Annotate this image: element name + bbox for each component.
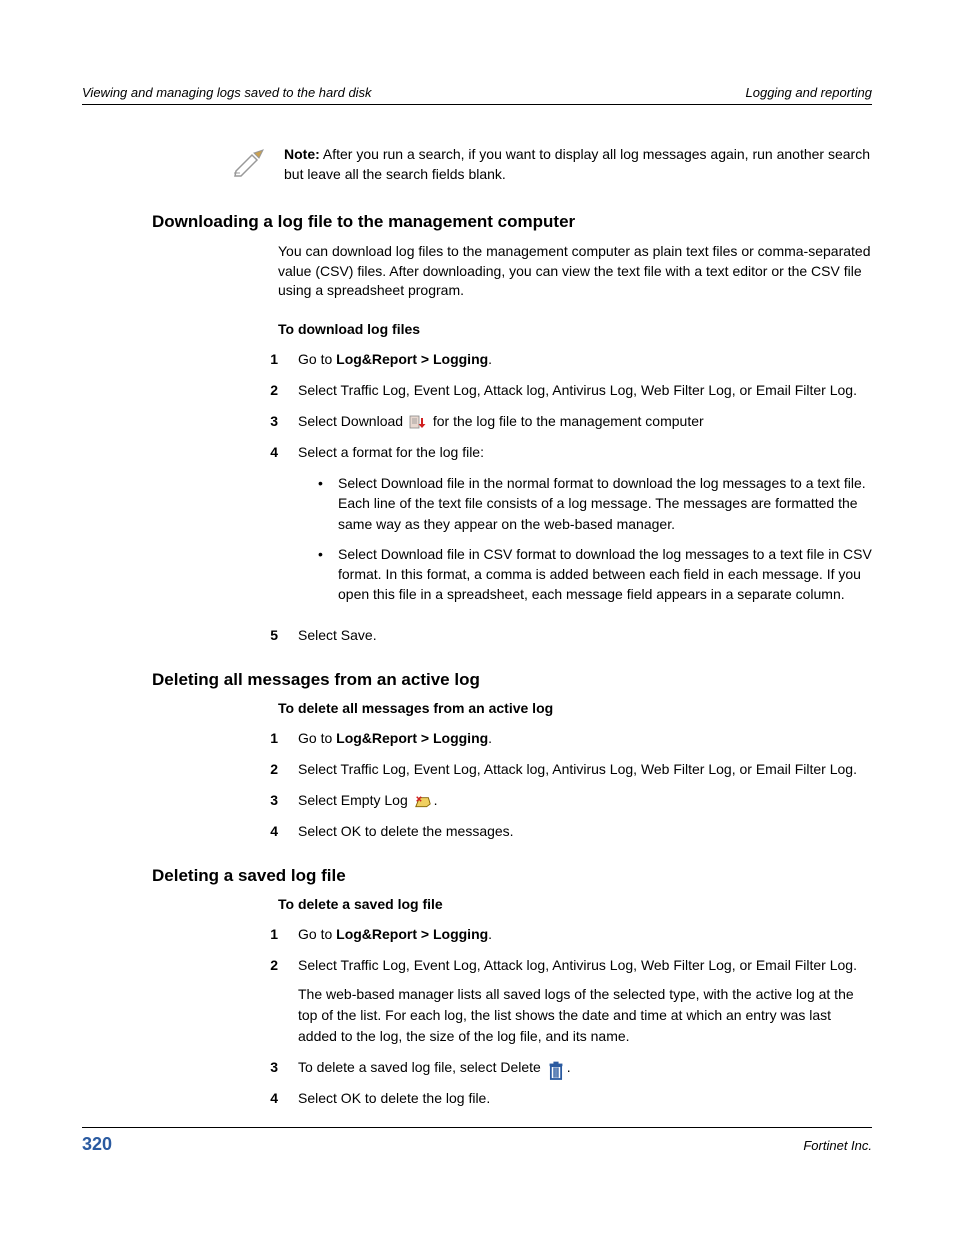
header-right: Logging and reporting xyxy=(746,85,873,100)
step-item: 3 Select Download for the log file to th… xyxy=(82,411,872,432)
section3-title: Deleting a saved log file xyxy=(152,866,872,886)
step-number: 3 xyxy=(242,1057,278,1078)
page-footer: 320 Fortinet Inc. xyxy=(82,1127,872,1155)
step-item: 2 Select Traffic Log, Event Log, Attack … xyxy=(82,759,872,780)
bullet-text: Select Download file in the normal forma… xyxy=(338,473,872,534)
step-body: Go to Log&Report > Logging. xyxy=(298,349,872,370)
step-item: 1 Go to Log&Report > Logging. xyxy=(82,728,872,749)
step-number: 1 xyxy=(242,728,278,749)
bullet-text: Select Download file in CSV format to do… xyxy=(338,544,872,605)
note-text: Note: After you run a search, if you wan… xyxy=(284,145,872,184)
header-rule xyxy=(82,104,872,105)
step-body: Select Traffic Log, Event Log, Attack lo… xyxy=(298,759,872,780)
note-label: Note: xyxy=(284,146,320,162)
footer-company: Fortinet Inc. xyxy=(803,1138,872,1153)
step-extra: The web-based manager lists all saved lo… xyxy=(298,984,872,1047)
section2-sub: To delete all messages from an active lo… xyxy=(278,700,872,716)
delete-trash-icon xyxy=(547,1061,565,1076)
download-icon xyxy=(409,415,427,430)
step-body: Select OK to delete the messages. xyxy=(298,821,872,842)
step-number: 4 xyxy=(242,442,278,615)
page-header: Viewing and managing logs saved to the h… xyxy=(82,85,872,100)
step-item: 1 Go to Log&Report > Logging. xyxy=(82,349,872,370)
bullet-item: •Select Download file in the normal form… xyxy=(298,473,872,534)
note-block: Note: After you run a search, if you wan… xyxy=(232,145,872,184)
step-item: 2 Select Traffic Log, Event Log, Attack … xyxy=(82,955,872,1047)
bullet-item: •Select Download file in CSV format to d… xyxy=(298,544,872,605)
step-item: 3 Select Empty Log . xyxy=(82,790,872,811)
step-item: 4 Select a format for the log file: •Sel… xyxy=(82,442,872,615)
step-item: 5 Select Save. xyxy=(82,625,872,646)
section2-title: Deleting all messages from an active log xyxy=(152,670,872,690)
note-body: After you run a search, if you want to d… xyxy=(284,146,870,182)
step-body: To delete a saved log file, select Delet… xyxy=(298,1057,872,1078)
step-body: Go to Log&Report > Logging. xyxy=(298,728,872,749)
step-number: 1 xyxy=(242,349,278,370)
step-number: 3 xyxy=(242,790,278,811)
section3-steps: 1 Go to Log&Report > Logging. 2 Select T… xyxy=(82,924,872,1109)
step-body: Select OK to delete the log file. xyxy=(298,1088,872,1109)
step-item: 1 Go to Log&Report > Logging. xyxy=(82,924,872,945)
step-number: 3 xyxy=(242,411,278,432)
step-number: 1 xyxy=(242,924,278,945)
document-page: Viewing and managing logs saved to the h… xyxy=(0,0,954,1235)
step-number: 4 xyxy=(242,821,278,842)
step-body: Select a format for the log file: •Selec… xyxy=(298,442,872,615)
section1-sub: To download log files xyxy=(278,321,872,337)
step-body: Select Save. xyxy=(298,625,872,646)
step-number: 2 xyxy=(242,380,278,401)
step-number: 2 xyxy=(242,955,278,1047)
header-left: Viewing and managing logs saved to the h… xyxy=(82,85,372,100)
step-item: 4 Select OK to delete the messages. xyxy=(82,821,872,842)
step-body: Select Traffic Log, Event Log, Attack lo… xyxy=(298,380,872,401)
step-item: 3 To delete a saved log file, select Del… xyxy=(82,1057,872,1078)
section3-sub: To delete a saved log file xyxy=(278,896,872,912)
empty-log-icon xyxy=(414,794,432,809)
step-body: Go to Log&Report > Logging. xyxy=(298,924,872,945)
sub-bullets: •Select Download file in the normal form… xyxy=(298,473,872,605)
step-body: Select Traffic Log, Event Log, Attack lo… xyxy=(298,955,872,1047)
bullet-mark: • xyxy=(318,473,338,534)
step-item: 2 Select Traffic Log, Event Log, Attack … xyxy=(82,380,872,401)
section1-steps: 1 Go to Log&Report > Logging. 2 Select T… xyxy=(82,349,872,646)
step-body: Select Download for the log file to the … xyxy=(298,411,872,432)
step-number: 5 xyxy=(242,625,278,646)
step-number: 2 xyxy=(242,759,278,780)
step-body: Select Empty Log . xyxy=(298,790,872,811)
section1-title: Downloading a log file to the management… xyxy=(152,212,872,232)
page-number: 320 xyxy=(82,1134,112,1155)
bullet-mark: • xyxy=(318,544,338,605)
section1-intro: You can download log files to the manage… xyxy=(278,242,872,301)
note-pencil-icon xyxy=(232,145,268,177)
section2-steps: 1 Go to Log&Report > Logging. 2 Select T… xyxy=(82,728,872,842)
step-number: 4 xyxy=(242,1088,278,1109)
step-item: 4 Select OK to delete the log file. xyxy=(82,1088,872,1109)
